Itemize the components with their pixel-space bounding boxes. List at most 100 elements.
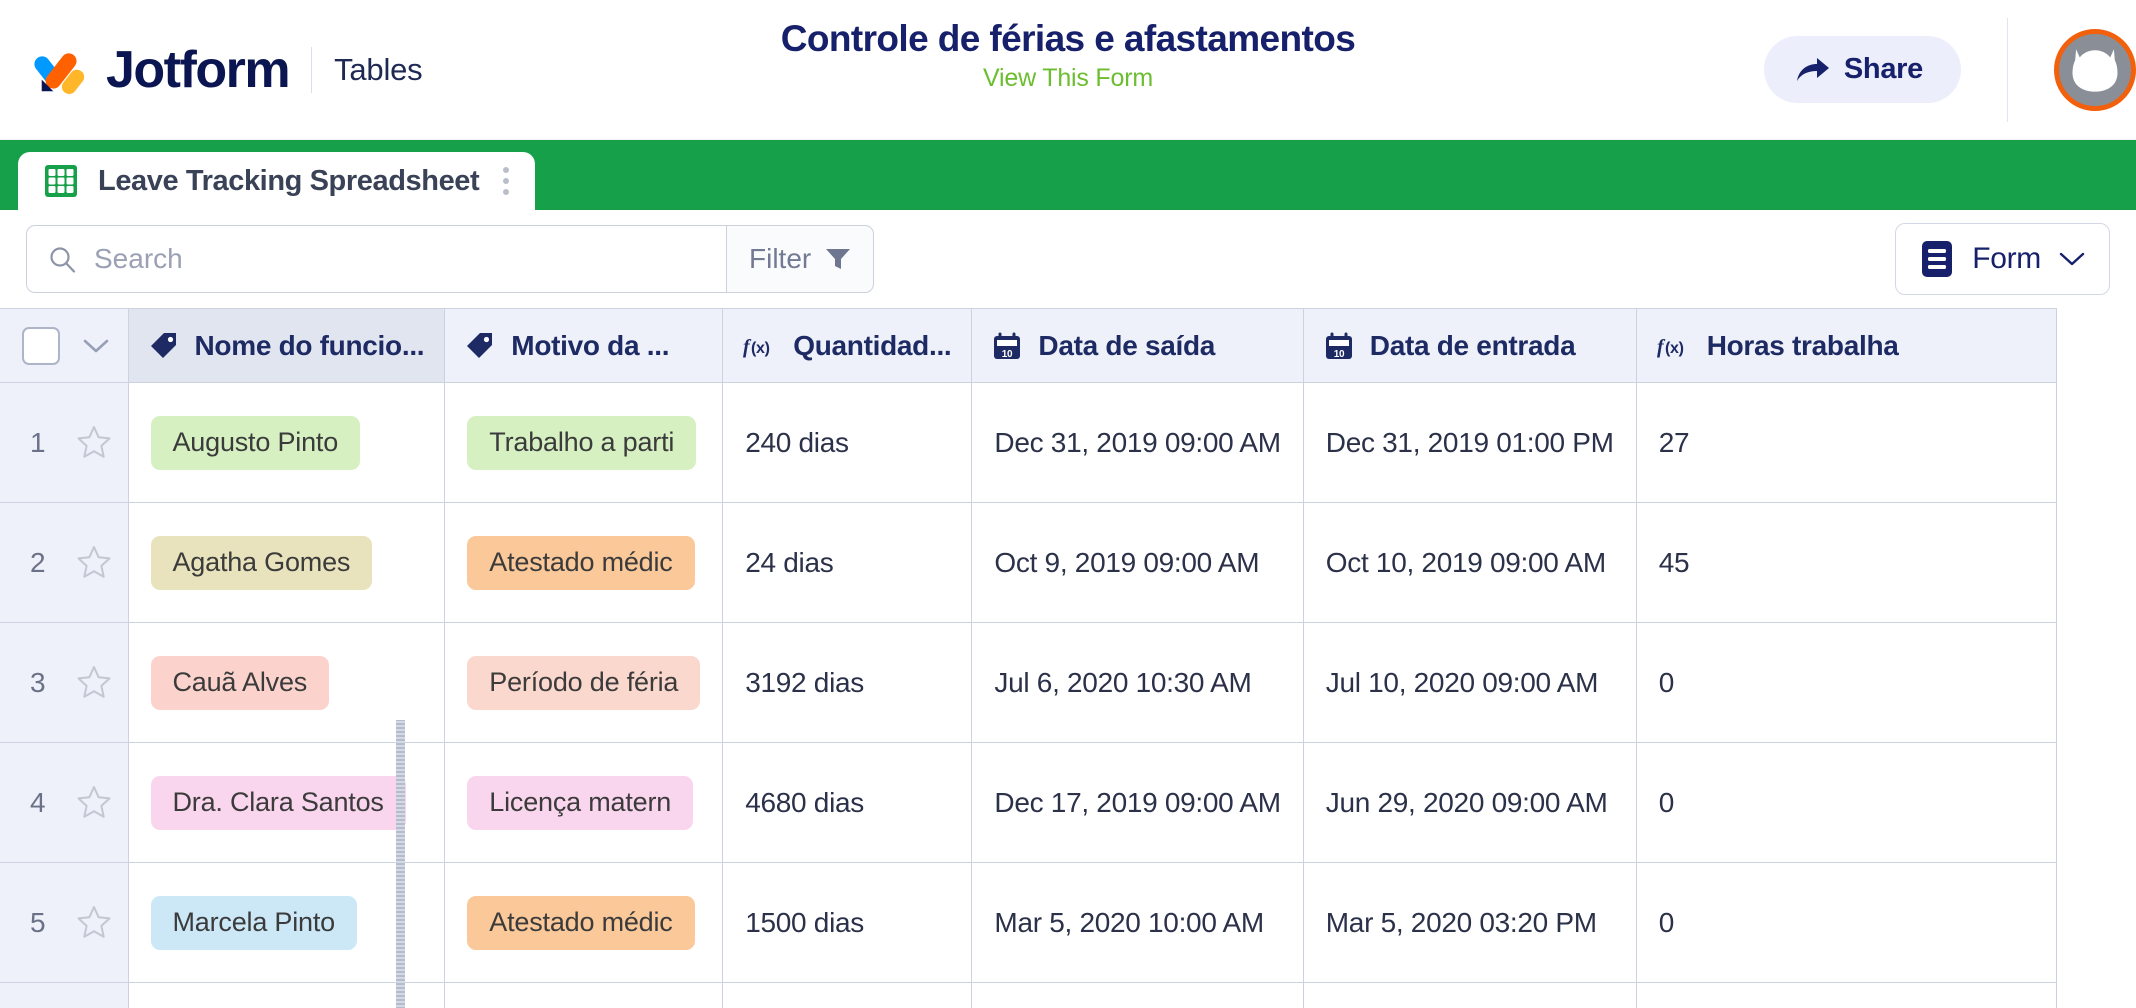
cell-value: 24 dias xyxy=(745,546,834,578)
search-box[interactable] xyxy=(26,225,726,293)
column-header-label: Data de saída xyxy=(1038,329,1216,361)
table-header-row: Nome do funcio... Motivo da ... f (x) Qu… xyxy=(0,308,2057,383)
user-avatar-icon xyxy=(2072,48,2118,92)
tab-label: Leave Tracking Spreadsheet xyxy=(98,164,480,197)
column-resize-handle[interactable] xyxy=(396,720,405,1008)
avatar[interactable] xyxy=(2054,28,2136,111)
cell-motivo[interactable]: Licença matern xyxy=(444,742,724,863)
grid-table-icon xyxy=(45,165,77,197)
cell-motivo[interactable]: Atestado médic xyxy=(444,982,724,1008)
chevron-down-icon[interactable] xyxy=(82,337,110,354)
tag-nome: Marcela Pinto xyxy=(150,895,357,950)
cell-motivo[interactable]: Trabalho a parti xyxy=(444,382,724,503)
chevron-down-icon xyxy=(2059,252,2085,266)
svg-text:10: 10 xyxy=(1002,349,1013,360)
cell-data-entrada[interactable]: Mar 5, 2020 03:20 PM xyxy=(1303,862,1637,983)
header-right-group: Share xyxy=(1763,0,2136,139)
cell-motivo[interactable]: Atestado médic xyxy=(444,862,724,983)
cell-value: 4680 dias xyxy=(745,786,864,818)
column-header-label: Nome do funcio... xyxy=(194,329,425,361)
magnifier-icon xyxy=(50,246,76,273)
column-header-motivo[interactable]: Motivo da ... xyxy=(444,308,724,383)
table-row[interactable]: 5 Marcela Pinto Atestado médic 1500 dias Mar… xyxy=(0,862,2057,983)
star-outline-icon[interactable] xyxy=(76,665,112,700)
cell-data-entrada[interactable]: Oct 10, 2019 09:00 AM xyxy=(1303,502,1637,623)
cell-nome[interactable]: Augusto Pinto xyxy=(128,382,446,503)
cell-quantidade[interactable]: 4680 dias xyxy=(722,742,973,863)
cell-horas[interactable]: 45 xyxy=(1636,502,2057,623)
share-arrow-icon xyxy=(1796,57,1829,81)
row-number: 3 xyxy=(30,666,46,698)
cell-data-saida[interactable]: Jul 6, 2020 10:30 AM xyxy=(971,622,1304,743)
filter-button[interactable]: Filter xyxy=(726,225,875,293)
star-outline-icon[interactable] xyxy=(76,905,112,940)
table-body: 1 Augusto Pinto Trabalho a parti 240 dias De… xyxy=(0,382,2057,1008)
star-outline-icon[interactable] xyxy=(76,785,112,820)
jotform-logo[interactable]: Jotform xyxy=(34,41,291,99)
data-table-container: Nome do funcio... Motivo da ... f (x) Qu… xyxy=(0,308,2136,1008)
search-input[interactable] xyxy=(94,243,704,275)
column-header-quantidade[interactable]: f (x) Quantidad... xyxy=(722,308,973,383)
tag-motivo: Atestado médic xyxy=(467,535,695,590)
cell-value: 240 dias xyxy=(745,426,849,458)
star-outline-icon[interactable] xyxy=(76,545,112,580)
cell-value: 0 xyxy=(1658,906,1675,938)
cell-motivo[interactable]: Atestado médic xyxy=(444,502,724,623)
kebab-menu-icon[interactable] xyxy=(499,167,510,195)
form-document-icon xyxy=(1922,241,1953,277)
app-header: Jotform Tables Controle de férias e afas… xyxy=(0,0,2136,140)
column-header-data-saida[interactable]: 10 Data de saída xyxy=(971,308,1304,383)
select-all-checkbox[interactable] xyxy=(22,326,60,365)
row-number-cell: 1 xyxy=(0,382,129,503)
column-header-horas[interactable]: f (x) Horas trabalha xyxy=(1636,308,2057,383)
table-row[interactable]: 2 Agatha Gomes Atestado médic 24 dias Oct 9,… xyxy=(0,502,2057,623)
cell-data-saida[interactable]: Feb 4, 2020 09:00 AM xyxy=(971,982,1304,1008)
tab-leave-tracking-spreadsheet[interactable]: Leave Tracking Spreadsheet xyxy=(18,152,536,210)
tag-motivo: Período de féria xyxy=(467,655,701,710)
cell-motivo[interactable]: Período de féria xyxy=(444,622,724,743)
filter-button-label: Filter xyxy=(749,243,812,274)
star-outline-icon[interactable] xyxy=(76,425,112,460)
calendar-icon: 10 xyxy=(1325,332,1352,360)
cell-data-entrada[interactable]: Feb 6, 2020 09:00 AM xyxy=(1303,982,1637,1008)
view-this-form-link[interactable]: View This Form xyxy=(983,64,1153,93)
cell-value: Jul 6, 2020 10:30 AM xyxy=(994,666,1252,698)
cell-quantidade[interactable]: 1500 dias xyxy=(722,862,973,983)
table-row[interactable]: 3 Cauã Alves Período de féria 3192 dias Jul … xyxy=(0,622,2057,743)
column-header-nome[interactable]: Nome do funcio... xyxy=(128,308,446,383)
column-header-data-entrada[interactable]: 10 Data de entrada xyxy=(1303,308,1637,383)
cell-horas[interactable]: 0 xyxy=(1636,742,2057,863)
cell-horas[interactable]: 0 xyxy=(1636,862,2057,983)
cell-data-entrada[interactable]: Dec 31, 2019 01:00 PM xyxy=(1303,382,1637,503)
cell-data-saida[interactable]: Oct 9, 2019 09:00 AM xyxy=(971,502,1304,623)
share-button-label: Share xyxy=(1843,53,1923,85)
cell-quantidade[interactable]: 48 dias xyxy=(722,982,973,1008)
table-row[interactable]: 6Gustavo da LuzAtestado médic48 diasFeb … xyxy=(0,982,2057,1008)
cell-data-entrada[interactable]: Jul 10, 2020 09:00 AM xyxy=(1303,622,1637,743)
cell-value: 0 xyxy=(1658,666,1675,698)
tag-icon xyxy=(150,332,176,358)
table-row[interactable]: 4 Dra. Clara Santos Licença matern 4680 dia… xyxy=(0,742,2057,863)
cell-data-saida[interactable]: Dec 17, 2019 09:00 AM xyxy=(971,742,1304,863)
cell-horas[interactable]: 0 xyxy=(1636,622,2057,743)
cell-nome[interactable]: Agatha Gomes xyxy=(128,502,446,623)
product-label[interactable]: Tables xyxy=(334,52,423,88)
cell-quantidade[interactable]: 240 dias xyxy=(722,382,973,503)
cell-quantidade[interactable]: 3192 dias xyxy=(722,622,973,743)
tag-nome: Cauã Alves xyxy=(150,655,330,710)
cell-quantidade[interactable]: 24 dias xyxy=(722,502,973,623)
form-view-selector[interactable]: Form xyxy=(1895,223,2110,295)
cell-horas[interactable]: 27 xyxy=(1636,982,2057,1008)
share-button[interactable]: Share xyxy=(1763,36,1961,103)
cell-value: Mar 5, 2020 10:00 AM xyxy=(994,906,1264,938)
cell-horas[interactable]: 27 xyxy=(1636,382,2057,503)
header-left-group: Jotform Tables xyxy=(0,41,423,99)
row-number: 5 xyxy=(30,906,46,938)
cell-data-entrada[interactable]: Jun 29, 2020 09:00 AM xyxy=(1303,742,1637,863)
cell-data-saida[interactable]: Dec 31, 2019 09:00 AM xyxy=(971,382,1304,503)
row-number-cell: 6 xyxy=(0,982,129,1008)
svg-text:(x): (x) xyxy=(1665,340,1684,357)
cell-data-saida[interactable]: Mar 5, 2020 10:00 AM xyxy=(971,862,1304,983)
row-number-cell: 5 xyxy=(0,862,129,983)
table-row[interactable]: 1 Augusto Pinto Trabalho a parti 240 dias De… xyxy=(0,382,2057,503)
